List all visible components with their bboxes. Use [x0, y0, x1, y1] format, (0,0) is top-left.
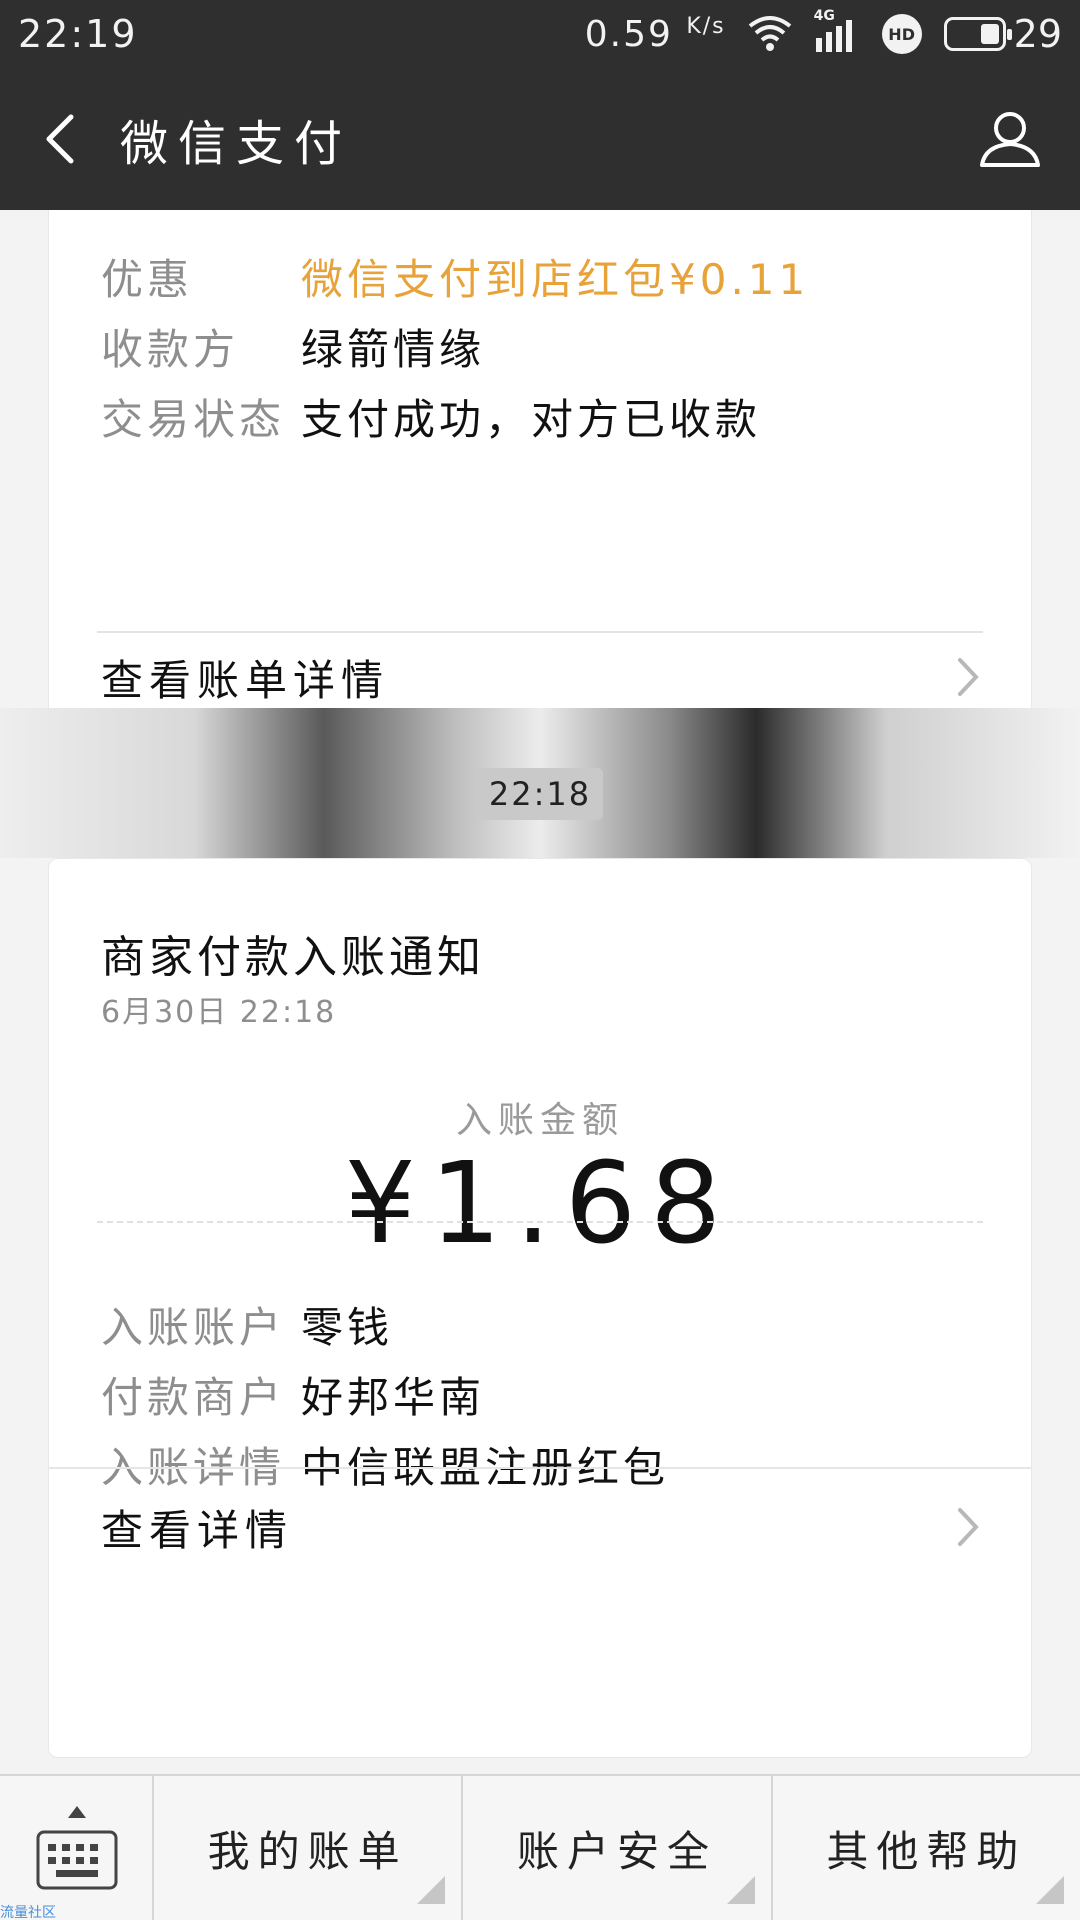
chevron-right-icon: [958, 658, 979, 696]
detail-label: 收款方: [101, 324, 240, 374]
cellular-signal-icon: 4G: [814, 8, 860, 54]
merchant-receipt-card: 商家付款入账通知 6月30日 22:18 入账金额 ¥1.68 入账账户 零钱 …: [48, 858, 1032, 1758]
chevron-right-icon: [958, 1508, 979, 1546]
detail-value: 好邦华南: [301, 1372, 486, 1422]
hd-voice-icon: HD: [881, 14, 922, 54]
app-bar: 微信支付: [0, 68, 1080, 210]
keyboard-icon: [36, 1830, 118, 1890]
menu-label: 我的账单: [207, 1826, 408, 1876]
detail-row-discount: 优惠 微信支付到店红包¥0.11: [101, 241, 809, 311]
network-speed-value: 0.59: [584, 13, 673, 55]
watermark: 流量社区: [0, 1905, 56, 1920]
menu-account-security[interactable]: 账户安全: [463, 1776, 773, 1920]
person-icon: [980, 112, 1040, 167]
menu-my-bills[interactable]: 我的账单: [154, 1776, 464, 1920]
view-details-label: 查看详情: [101, 1505, 294, 1555]
caret-up-icon: [68, 1806, 86, 1818]
keyboard-toggle-button[interactable]: [0, 1776, 154, 1920]
wifi-icon: [748, 14, 792, 54]
status-bar: 22:19 0.59 K/s 4G HD 29: [0, 0, 1080, 68]
amount-label: 入账金额: [455, 1100, 624, 1141]
view-bill-details-label: 查看账单详情: [101, 655, 390, 705]
battery-level: 29: [1013, 12, 1062, 56]
message-list[interactable]: 优惠 微信支付到店红包¥0.11 收款方 绿箭情缘 交易状态 支付成功，对方已收…: [0, 210, 1080, 1774]
detail-label: 优惠: [101, 254, 194, 304]
page-title: 微信支付: [120, 116, 353, 172]
detail-label: 入账账户: [101, 1302, 286, 1352]
menu-label: 账户安全: [516, 1826, 717, 1876]
detail-value: 零钱: [301, 1302, 394, 1352]
detail-row-account: 入账账户 零钱: [101, 1289, 669, 1359]
submenu-indicator-icon: [1035, 1876, 1064, 1904]
notification-title: 商家付款入账通知: [101, 932, 485, 983]
detail-value: 支付成功，对方已收款: [301, 394, 762, 444]
battery-icon: [943, 17, 1012, 51]
bottom-menu-bar: 我的账单 账户安全 其他帮助: [0, 1774, 1080, 1920]
network-type: 4G: [813, 8, 835, 24]
menu-label: 其他帮助: [826, 1826, 1027, 1876]
detail-label: 交易状态: [101, 394, 286, 444]
notification-date: 6月30日 22:18: [101, 995, 337, 1030]
payment-details: 优惠 微信支付到店红包¥0.11 收款方 绿箭情缘 交易状态 支付成功，对方已收…: [101, 241, 809, 451]
detail-value: 微信支付到店红包¥0.11: [301, 254, 810, 304]
dashed-divider: [97, 1221, 983, 1223]
message-timestamp: 22:18: [477, 768, 603, 820]
detail-row-merchant: 付款商户 好邦华南: [101, 1359, 669, 1429]
back-button[interactable]: [0, 68, 120, 210]
detail-label: 付款商户: [101, 1372, 286, 1422]
chevron-left-icon: [46, 114, 74, 164]
detail-row-status: 交易状态 支付成功，对方已收款: [101, 381, 809, 451]
view-bill-details-link[interactable]: 查看账单详情: [49, 635, 1031, 719]
submenu-indicator-icon: [726, 1876, 755, 1904]
payment-message-card: 优惠 微信支付到店红包¥0.11 收款方 绿箭情缘 交易状态 支付成功，对方已收…: [48, 210, 1032, 718]
profile-button[interactable]: [940, 68, 1080, 210]
battery-indicator: 29: [943, 12, 1062, 56]
amount-value: ¥1.68: [344, 1139, 736, 1269]
status-indicators: 0.59 K/s 4G HD 29: [585, 8, 1062, 56]
card-divider: [97, 631, 983, 633]
detail-value: 绿箭情缘: [301, 324, 486, 374]
detail-row-payee: 收款方 绿箭情缘: [101, 311, 809, 381]
menu-other-help[interactable]: 其他帮助: [773, 1776, 1080, 1920]
view-details-link[interactable]: 查看详情: [49, 1469, 1031, 1585]
network-speed: 0.59 K/s: [585, 14, 726, 55]
network-speed-unit: K/s: [686, 13, 726, 39]
status-time: 22:19: [18, 12, 138, 56]
submenu-indicator-icon: [417, 1876, 446, 1904]
